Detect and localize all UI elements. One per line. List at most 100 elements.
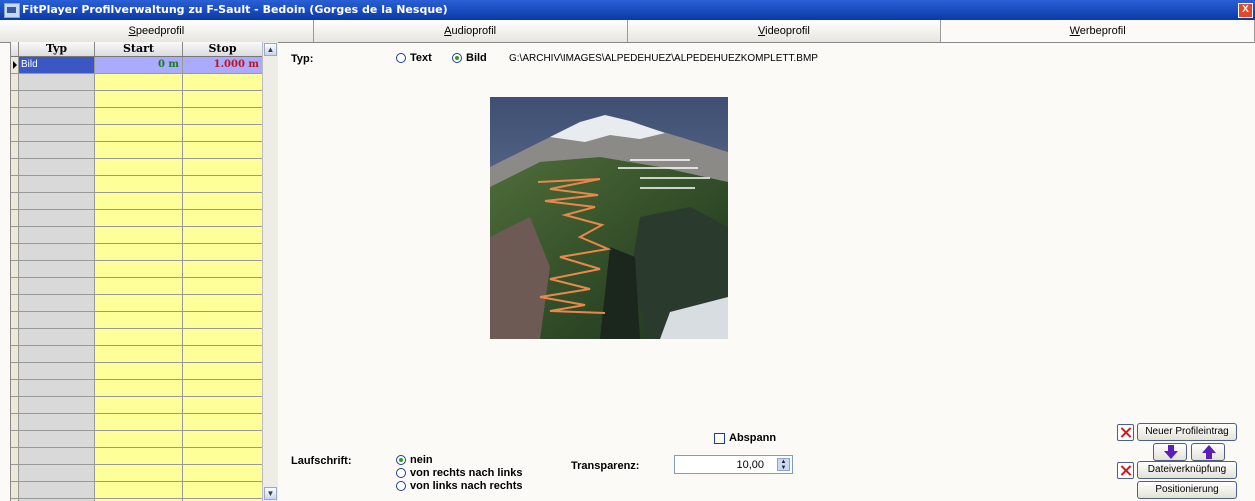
cell-empty[interactable] bbox=[95, 261, 183, 277]
cell-empty[interactable] bbox=[19, 176, 95, 192]
table-row[interactable] bbox=[11, 397, 263, 414]
cell-empty[interactable] bbox=[183, 482, 263, 498]
scroll-up-icon[interactable]: ▲ bbox=[264, 43, 277, 56]
table-row[interactable] bbox=[11, 227, 263, 244]
cell-empty[interactable] bbox=[19, 125, 95, 141]
cell-empty[interactable] bbox=[95, 397, 183, 413]
table-row[interactable] bbox=[11, 125, 263, 142]
cell-empty[interactable] bbox=[19, 244, 95, 260]
cell-empty[interactable] bbox=[95, 295, 183, 311]
cell-empty[interactable] bbox=[95, 312, 183, 328]
cell-empty[interactable] bbox=[95, 244, 183, 260]
cell-empty[interactable] bbox=[95, 176, 183, 192]
cell-empty[interactable] bbox=[19, 448, 95, 464]
cell-empty[interactable] bbox=[95, 227, 183, 243]
radio-laufschrift-rechts-links[interactable]: von rechts nach links bbox=[396, 467, 522, 479]
table-row[interactable] bbox=[11, 244, 263, 261]
cell-empty[interactable] bbox=[183, 295, 263, 311]
table-row[interactable] bbox=[11, 482, 263, 499]
cell-empty[interactable] bbox=[95, 108, 183, 124]
cell-empty[interactable] bbox=[183, 278, 263, 294]
table-row[interactable] bbox=[11, 261, 263, 278]
cell-empty[interactable] bbox=[19, 380, 95, 396]
new-entry-button[interactable]: Neuer Profileintrag bbox=[1137, 423, 1237, 441]
table-row[interactable] bbox=[11, 74, 263, 91]
cell-empty[interactable] bbox=[183, 261, 263, 277]
cell-empty[interactable] bbox=[95, 159, 183, 175]
move-up-button[interactable] bbox=[1191, 443, 1225, 461]
cell-empty[interactable] bbox=[95, 193, 183, 209]
cell-empty[interactable] bbox=[183, 125, 263, 141]
cell-empty[interactable] bbox=[183, 244, 263, 260]
radio-laufschrift-links-rechts[interactable]: von links nach rechts bbox=[396, 480, 522, 492]
cell-empty[interactable] bbox=[19, 159, 95, 175]
cell-empty[interactable] bbox=[183, 74, 263, 90]
table-row[interactable] bbox=[11, 193, 263, 210]
table-row[interactable]: Bild 0 m 1.000 m bbox=[11, 57, 263, 74]
cell-empty[interactable] bbox=[183, 363, 263, 379]
cell-empty[interactable] bbox=[19, 91, 95, 107]
cell-empty[interactable] bbox=[95, 363, 183, 379]
table-row[interactable] bbox=[11, 91, 263, 108]
cell-empty[interactable] bbox=[19, 278, 95, 294]
cell-empty[interactable] bbox=[19, 295, 95, 311]
table-row[interactable] bbox=[11, 414, 263, 431]
cell-empty[interactable] bbox=[183, 91, 263, 107]
cell-empty[interactable] bbox=[183, 346, 263, 362]
cell-start[interactable]: 0 m bbox=[95, 57, 183, 73]
cell-empty[interactable] bbox=[183, 176, 263, 192]
cell-empty[interactable] bbox=[183, 193, 263, 209]
table-row[interactable] bbox=[11, 312, 263, 329]
positioning-button[interactable]: Positionierung bbox=[1137, 481, 1237, 499]
cell-empty[interactable] bbox=[19, 431, 95, 447]
profile-grid[interactable]: Typ Start Stop Bild 0 m 1.000 m bbox=[10, 42, 277, 501]
table-row[interactable] bbox=[11, 159, 263, 176]
file-link-button[interactable]: Dateiverknüpfung bbox=[1137, 461, 1237, 479]
cell-empty[interactable] bbox=[183, 108, 263, 124]
column-header-stop[interactable]: Stop bbox=[183, 42, 263, 56]
cell-empty[interactable] bbox=[183, 312, 263, 328]
column-header-typ[interactable]: Typ bbox=[19, 42, 95, 56]
table-row[interactable] bbox=[11, 363, 263, 380]
cell-empty[interactable] bbox=[19, 74, 95, 90]
cell-empty[interactable] bbox=[95, 210, 183, 226]
cell-empty[interactable] bbox=[95, 448, 183, 464]
cell-empty[interactable] bbox=[95, 125, 183, 141]
cell-empty[interactable] bbox=[19, 261, 95, 277]
cell-empty[interactable] bbox=[95, 465, 183, 481]
table-row[interactable] bbox=[11, 142, 263, 159]
cell-empty[interactable] bbox=[95, 329, 183, 345]
delete-link-button[interactable] bbox=[1117, 462, 1134, 479]
delete-entry-button[interactable] bbox=[1117, 424, 1134, 441]
scroll-down-icon[interactable]: ▼ bbox=[264, 487, 277, 500]
cell-empty[interactable] bbox=[19, 227, 95, 243]
cell-empty[interactable] bbox=[183, 227, 263, 243]
table-row[interactable] bbox=[11, 380, 263, 397]
table-row[interactable] bbox=[11, 448, 263, 465]
cell-empty[interactable] bbox=[19, 210, 95, 226]
tab-audioprofil[interactable]: Audioprofil bbox=[313, 20, 628, 42]
cell-empty[interactable] bbox=[95, 380, 183, 396]
table-row[interactable] bbox=[11, 465, 263, 482]
cell-empty[interactable] bbox=[19, 414, 95, 430]
cell-empty[interactable] bbox=[183, 431, 263, 447]
cell-empty[interactable] bbox=[95, 91, 183, 107]
spinner-arrows-icon[interactable]: ▲ ▼ bbox=[777, 458, 790, 471]
cell-stop[interactable]: 1.000 m bbox=[183, 57, 263, 73]
cell-empty[interactable] bbox=[183, 380, 263, 396]
table-row[interactable] bbox=[11, 295, 263, 312]
cell-empty[interactable] bbox=[95, 431, 183, 447]
table-row[interactable] bbox=[11, 431, 263, 448]
cell-empty[interactable] bbox=[183, 397, 263, 413]
table-row[interactable] bbox=[11, 176, 263, 193]
cell-empty[interactable] bbox=[95, 278, 183, 294]
cell-empty[interactable] bbox=[95, 482, 183, 498]
tab-speedprofil[interactable]: Speedprofil bbox=[0, 20, 314, 42]
cell-empty[interactable] bbox=[19, 312, 95, 328]
cell-empty[interactable] bbox=[19, 397, 95, 413]
table-row[interactable] bbox=[11, 346, 263, 363]
table-row[interactable] bbox=[11, 278, 263, 295]
tab-werbeprofil[interactable]: Werbeprofil bbox=[941, 20, 1255, 42]
cell-empty[interactable] bbox=[95, 142, 183, 158]
cell-typ[interactable]: Bild bbox=[19, 57, 95, 73]
